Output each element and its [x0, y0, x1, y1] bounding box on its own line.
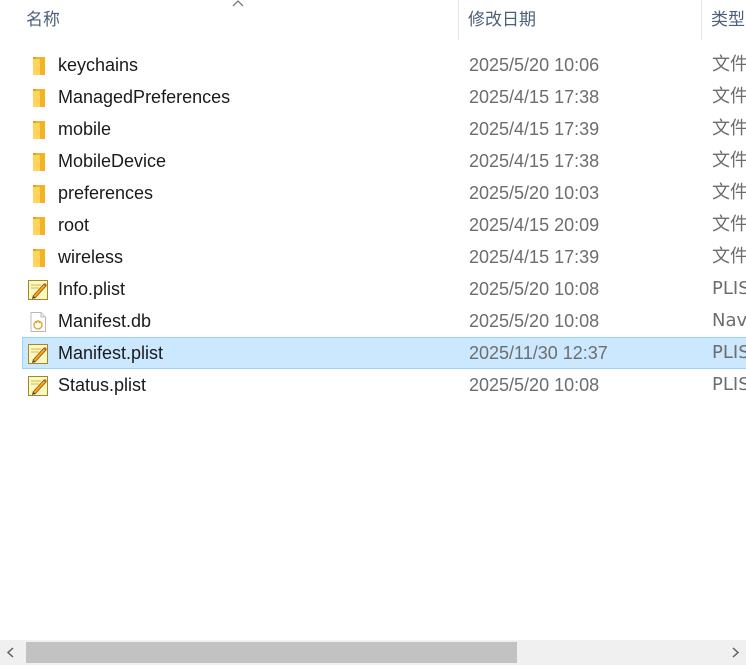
file-row[interactable]: mobile 2025/4/15 17:39 文件 — [22, 113, 746, 145]
file-name: wireless — [58, 247, 124, 267]
file-name: mobile — [58, 119, 112, 139]
column-divider[interactable] — [701, 0, 702, 40]
folder-icon — [27, 87, 49, 109]
file-row[interactable]: wireless 2025/4/15 17:39 文件 — [22, 241, 746, 273]
scroll-left-icon[interactable] — [0, 640, 22, 665]
file-modified-date: 2025/5/20 10:08 — [469, 279, 600, 299]
file-modified-date: 2025/11/30 12:37 — [469, 343, 608, 363]
file-name: keychains — [58, 55, 139, 75]
file-name: MobileDevice — [58, 151, 167, 171]
file-type: 文件 — [712, 182, 746, 203]
file-type: 文件 — [712, 150, 746, 171]
plist-file-icon — [27, 343, 49, 365]
file-row[interactable]: ManagedPreferences 2025/4/15 17:38 文件 — [22, 81, 746, 113]
column-header-date[interactable]: 修改日期 — [468, 0, 698, 40]
folder-icon — [27, 247, 49, 269]
file-row[interactable]: Status.plist 2025/5/20 10:08 PLIS — [22, 369, 746, 401]
file-row[interactable]: root 2025/4/15 20:09 文件 — [22, 209, 746, 241]
file-type: 文件 — [712, 214, 746, 235]
file-name: root — [58, 215, 90, 235]
folder-icon — [27, 151, 49, 173]
folder-icon — [27, 183, 49, 205]
file-row[interactable]: Manifest.plist 2025/11/30 12:37 PLIS — [22, 337, 746, 369]
file-modified-date: 2025/5/20 10:03 — [469, 183, 600, 203]
file-row[interactable]: preferences 2025/5/20 10:03 文件 — [22, 177, 746, 209]
file-type: PLIS — [712, 374, 746, 395]
file-name: ManagedPreferences — [58, 87, 231, 107]
folder-icon — [27, 119, 49, 141]
file-modified-date: 2025/5/20 10:08 — [469, 375, 600, 395]
file-modified-date: 2025/4/15 17:39 — [469, 119, 600, 139]
column-divider[interactable] — [458, 0, 459, 40]
file-type: 文件 — [712, 246, 746, 267]
file-name: Status.plist — [58, 375, 147, 395]
file-name: Manifest.plist — [58, 343, 164, 363]
file-type: 文件 — [712, 118, 746, 139]
column-header-bar: 名称 修改日期 类型 — [0, 0, 746, 40]
file-type: PLIS — [712, 342, 746, 363]
file-type: PLIS — [712, 278, 746, 299]
scrollbar-thumb[interactable] — [26, 642, 517, 663]
file-explorer-list: 名称 修改日期 类型 keychains 2025/5/20 10:06 文件 Man… — [0, 0, 746, 665]
file-modified-date: 2025/5/20 10:06 — [469, 55, 600, 75]
scroll-right-icon[interactable] — [724, 640, 746, 665]
column-header-type[interactable]: 类型 — [711, 0, 746, 40]
file-modified-date: 2025/4/15 20:09 — [469, 215, 600, 235]
file-row[interactable]: Info.plist 2025/5/20 10:08 PLIS — [22, 273, 746, 305]
column-header-name[interactable]: 名称 — [26, 0, 456, 40]
file-modified-date: 2025/4/15 17:38 — [469, 151, 600, 171]
file-type: 文件 — [712, 54, 746, 75]
file-modified-date: 2025/4/15 17:38 — [469, 87, 600, 107]
folder-icon — [27, 215, 49, 237]
file-name: Info.plist — [58, 279, 126, 299]
horizontal-scrollbar[interactable] — [0, 640, 746, 665]
file-name: Manifest.db — [58, 311, 152, 331]
file-type: Nav — [712, 310, 746, 331]
file-modified-date: 2025/5/20 10:08 — [469, 311, 600, 331]
plist-file-icon — [27, 375, 49, 397]
file-modified-date: 2025/4/15 17:39 — [469, 247, 600, 267]
file-name: preferences — [58, 183, 154, 203]
file-type: 文件 — [712, 86, 746, 107]
file-row[interactable]: keychains 2025/5/20 10:06 文件 — [22, 49, 746, 81]
db-file-icon — [27, 311, 49, 333]
file-row[interactable]: MobileDevice 2025/4/15 17:38 文件 — [22, 145, 746, 177]
plist-file-icon — [27, 279, 49, 301]
file-row[interactable]: Manifest.db 2025/5/20 10:08 Nav — [22, 305, 746, 337]
folder-icon — [27, 55, 49, 77]
